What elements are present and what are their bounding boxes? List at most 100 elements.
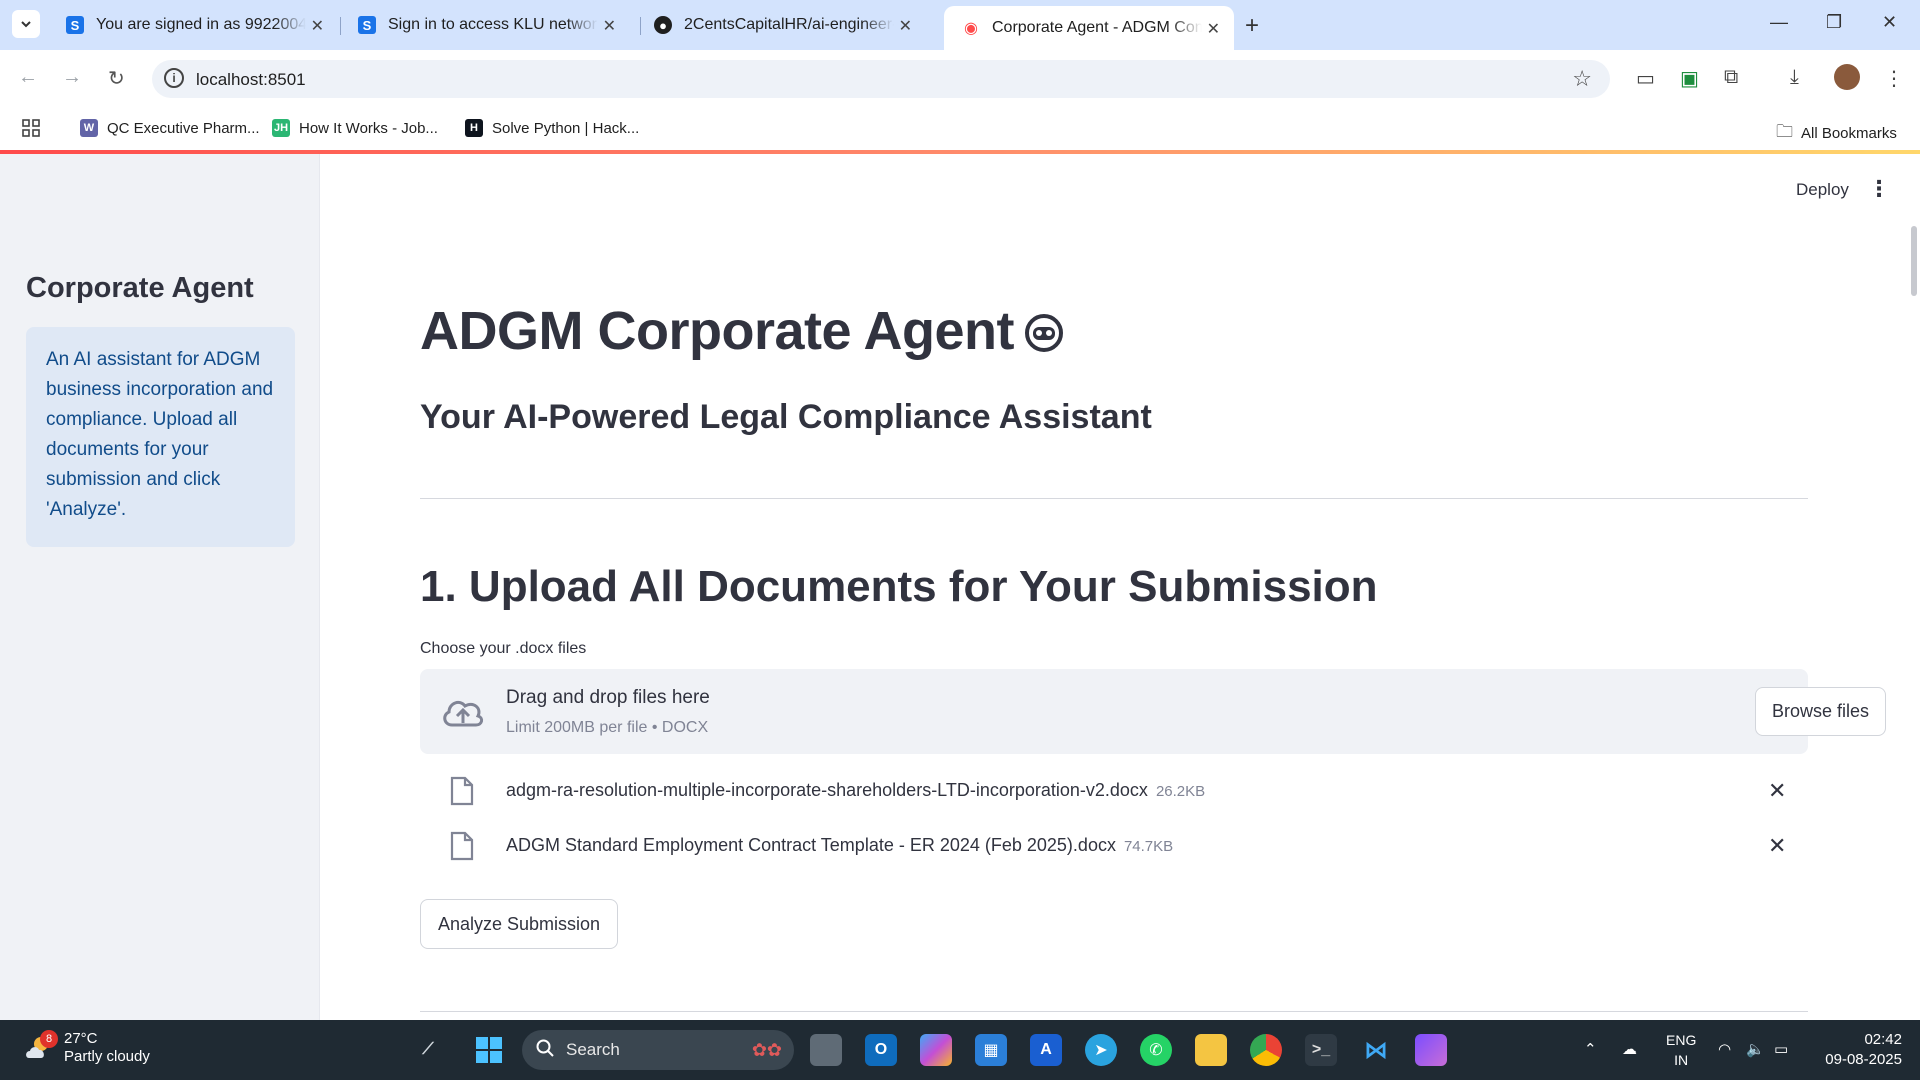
file-explorer-icon[interactable] <box>1195 1034 1227 1066</box>
tab-corporate-agent[interactable]: ◉ Corporate Agent - ADGM Compliance ✕ <box>944 6 1234 50</box>
weather-desc: Partly cloudy <box>64 1048 150 1065</box>
file-size: 74.7KB <box>1123 838 1174 855</box>
remove-file-icon[interactable]: ✕ <box>1768 778 1786 804</box>
bookmark-label: QC Executive Pharm... <box>107 119 260 137</box>
cloud-upload-icon <box>440 693 486 738</box>
deploy-button[interactable]: Deploy <box>1796 180 1849 200</box>
microsoft-store-icon[interactable]: ▦ <box>975 1034 1007 1066</box>
windows-taskbar: 8 27°C Partly cloudy ⟋ Search ✿✿ O ▦ A ➤ … <box>0 1020 1920 1080</box>
bookmark-star-icon[interactable]: ☆ <box>1572 66 1592 92</box>
all-bookmarks-label: All Bookmarks <box>1801 125 1897 142</box>
file-name: ADGM Standard Employment Contract Templa… <box>506 835 1116 855</box>
file-name: adgm-ra-resolution-multiple-incorporate-… <box>506 780 1148 800</box>
weather-widget[interactable]: 8 27°C Partly cloudy <box>24 1030 150 1066</box>
lang-bottom: IN <box>1674 1052 1689 1068</box>
whatsapp-icon[interactable]: ✆ <box>1140 1034 1172 1066</box>
terminal-icon[interactable]: >_ <box>1305 1034 1337 1066</box>
bookmark-solve-python[interactable]: H Solve Python | Hack... <box>465 119 639 137</box>
tab-klu-network[interactable]: S Sign in to access KLU network ✕ <box>340 8 630 42</box>
app-slanted-icon[interactable]: ⟋ <box>412 1034 444 1066</box>
weather-temp: 27°C <box>64 1030 98 1047</box>
task-view-icon[interactable] <box>810 1034 842 1066</box>
w-favicon-icon: W <box>80 119 98 137</box>
back-icon[interactable]: ← <box>18 66 38 89</box>
tab-title: You are signed in as 99220040192 <box>96 16 306 33</box>
page-title-text: ADGM Corporate Agent <box>420 301 1015 361</box>
language-indicator[interactable]: ENG IN <box>1666 1030 1696 1070</box>
chrome-icon[interactable] <box>1250 1034 1282 1066</box>
clock-date: 09-08-2025 <box>1825 1051 1902 1068</box>
jh-favicon-icon: JH <box>272 119 290 137</box>
url-text: localhost:8501 <box>196 70 306 89</box>
file-size: 26.2KB <box>1155 783 1206 800</box>
close-icon[interactable]: ✕ <box>603 16 616 36</box>
wifi-icon[interactable]: ◠ <box>1718 1040 1731 1058</box>
tab-title: Sign in to access KLU network <box>388 16 598 33</box>
window-close-icon[interactable]: ✕ <box>1882 12 1897 33</box>
taskbar-search[interactable]: Search ✿✿ <box>522 1030 794 1070</box>
tab-title: 2CentsCapitalHR/ai-engineer-task <box>684 16 894 33</box>
close-icon[interactable]: ✕ <box>1207 19 1220 39</box>
bookmark-qc-executive[interactable]: W QC Executive Pharm... <box>80 119 260 137</box>
streamlit-icon: ◉ <box>962 19 980 37</box>
restore-icon[interactable]: ❐ <box>1826 12 1842 33</box>
sidebar-title: Corporate Agent <box>26 272 254 304</box>
site-info-icon[interactable]: i <box>164 68 184 88</box>
bookmark-label: How It Works - Job... <box>299 119 438 137</box>
cast-icon[interactable]: ▭ <box>1636 66 1655 91</box>
uploaded-file-row: adgm-ra-resolution-multiple-incorporate-… <box>420 772 1808 812</box>
onedrive-icon[interactable]: ☁ <box>1622 1040 1637 1058</box>
forward-icon[interactable]: → <box>62 66 82 89</box>
page-title: ADGM Corporate Agent <box>420 300 1064 366</box>
extension-check-icon[interactable]: ▣ <box>1680 66 1699 91</box>
download-icon[interactable]: ⤓ <box>1790 66 1799 89</box>
folder-icon: 🗀 <box>1776 122 1793 141</box>
minimize-icon[interactable]: — <box>1770 12 1788 33</box>
outlook-icon[interactable]: O <box>865 1034 897 1066</box>
apps-grid-icon[interactable] <box>22 119 40 137</box>
divider <box>420 1011 1808 1012</box>
main-menu-icon[interactable]: ⋮ <box>1868 176 1890 202</box>
partly-cloudy-icon: 8 <box>24 1030 58 1063</box>
copilot-icon[interactable] <box>920 1034 952 1066</box>
telegram-icon[interactable]: ➤ <box>1085 1034 1117 1066</box>
file-icon <box>450 831 474 866</box>
divider <box>420 498 1808 499</box>
tab-github[interactable]: ● 2CentsCapitalHR/ai-engineer-task ✕ <box>636 8 926 42</box>
address-bar[interactable]: i localhost:8501 ☆ <box>152 60 1610 98</box>
azure-icon[interactable]: A <box>1030 1034 1062 1066</box>
drag-drop-text: Drag and drop files here <box>506 687 710 708</box>
chrome-menu-icon[interactable]: ⋮ <box>1884 66 1904 91</box>
vscode-icon[interactable]: ⋈ <box>1360 1034 1392 1066</box>
windows-start-icon[interactable] <box>473 1034 505 1066</box>
browse-files-button[interactable]: Browse files <box>1755 687 1886 736</box>
file-dropzone[interactable]: Drag and drop files here Limit 200MB per… <box>420 669 1886 754</box>
page-subtitle: Your AI-Powered Legal Compliance Assista… <box>420 398 1152 436</box>
profile-avatar[interactable] <box>1834 64 1860 90</box>
analyze-submission-button[interactable]: Analyze Submission <box>420 899 618 949</box>
remove-file-icon[interactable]: ✕ <box>1768 833 1786 859</box>
bookmark-how-it-works[interactable]: JH How It Works - Job... <box>272 119 438 137</box>
volume-icon[interactable]: 🔈 <box>1746 1040 1765 1058</box>
tab-title: Corporate Agent - ADGM Compliance <box>992 19 1202 36</box>
tab-signed-in[interactable]: S You are signed in as 99220040192 ✕ <box>48 8 338 42</box>
extensions-puzzle-icon[interactable]: ⧉ <box>1724 66 1738 89</box>
clipchamp-icon[interactable] <box>1415 1034 1447 1066</box>
battery-icon[interactable]: ▭ <box>1774 1040 1788 1058</box>
s-favicon-icon: S <box>358 16 376 34</box>
clock[interactable]: 02:42 09-08-2025 <box>1810 1030 1902 1070</box>
hackerrank-icon: H <box>465 119 483 137</box>
section-heading: 1. Upload All Documents for Your Submiss… <box>420 562 1378 611</box>
scrollbar[interactable] <box>1911 226 1917 296</box>
tab-search-button[interactable] <box>12 10 40 38</box>
all-bookmarks[interactable]: 🗀 All Bookmarks <box>1776 119 1897 148</box>
search-highlight-icon: ✿✿ <box>751 1039 782 1060</box>
new-tab-button[interactable]: + <box>1245 12 1259 40</box>
chevron-up-icon[interactable]: ⌃ <box>1584 1040 1597 1058</box>
close-icon[interactable]: ✕ <box>311 16 324 36</box>
reload-icon[interactable]: ↻ <box>108 66 125 91</box>
main-content: Deploy ⋮ ADGM Corporate Agent Your AI-Po… <box>320 154 1920 1020</box>
clock-time: 02:42 <box>1864 1031 1902 1048</box>
github-icon: ● <box>654 16 672 34</box>
close-icon[interactable]: ✕ <box>899 16 912 36</box>
